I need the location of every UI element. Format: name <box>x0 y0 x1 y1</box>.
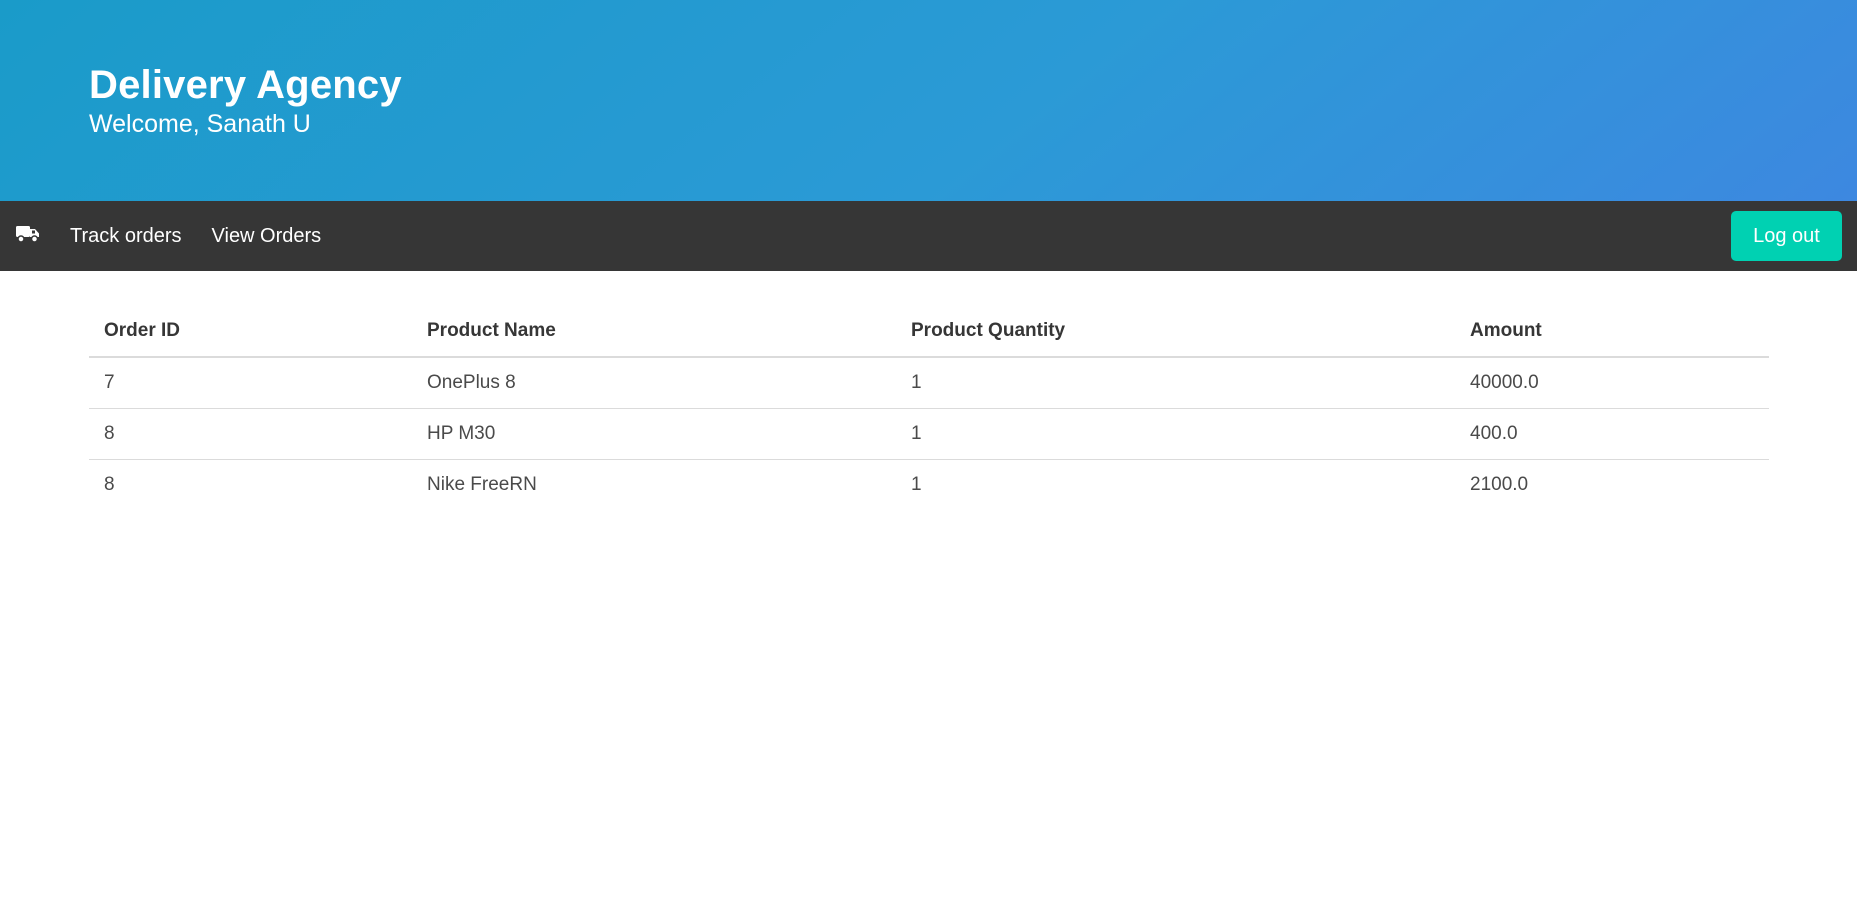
cell-order-id: 8 <box>89 408 412 460</box>
table-header-row: Order ID Product Name Product Quantity A… <box>89 306 1769 358</box>
logout-button[interactable]: Log out <box>1731 211 1842 261</box>
cell-amount: 2100.0 <box>1470 474 1529 495</box>
page-title: Delivery Agency <box>89 63 402 107</box>
cell-product-quantity: 1 <box>911 474 922 495</box>
top-navbar: Track orders View Orders Log out <box>0 201 1857 271</box>
navbar-brand[interactable] <box>0 201 56 271</box>
nav-track-orders[interactable]: Track orders <box>56 201 197 271</box>
truck-icon <box>16 225 40 248</box>
orders-table: Order ID Product Name Product Quantity A… <box>89 306 1769 510</box>
header-amount: Amount <box>1455 306 1769 358</box>
cell-product-name: Nike FreeRN <box>427 474 537 495</box>
cell-product-name: OnePlus 8 <box>412 357 896 409</box>
cell-amount: 40000.0 <box>1455 357 1769 409</box>
cell-product-quantity: 1 <box>896 408 1455 460</box>
table-row: 8 Nike FreeRN 1 2100.0 <box>89 460 1769 511</box>
table-row: 7 OnePlus 8 1 40000.0 <box>89 357 1769 409</box>
header-product-name: Product Name <box>412 306 896 358</box>
cell-product-name: HP M30 <box>412 408 896 460</box>
header-product-quantity: Product Quantity <box>896 306 1455 358</box>
cell-order-id: 8 <box>104 474 115 495</box>
welcome-subtitle: Welcome, Sanath U <box>89 110 311 138</box>
cell-order-id: 7 <box>89 357 412 409</box>
header-order-id: Order ID <box>89 306 412 358</box>
table-row: 8 HP M30 1 400.0 <box>89 408 1769 460</box>
hero-banner: Delivery Agency Welcome, Sanath U <box>0 0 1857 201</box>
cell-amount: 400.0 <box>1455 408 1769 460</box>
cell-product-quantity: 1 <box>896 357 1455 409</box>
main-content: Order ID Product Name Product Quantity A… <box>0 271 1857 510</box>
nav-view-orders[interactable]: View Orders <box>197 201 337 271</box>
